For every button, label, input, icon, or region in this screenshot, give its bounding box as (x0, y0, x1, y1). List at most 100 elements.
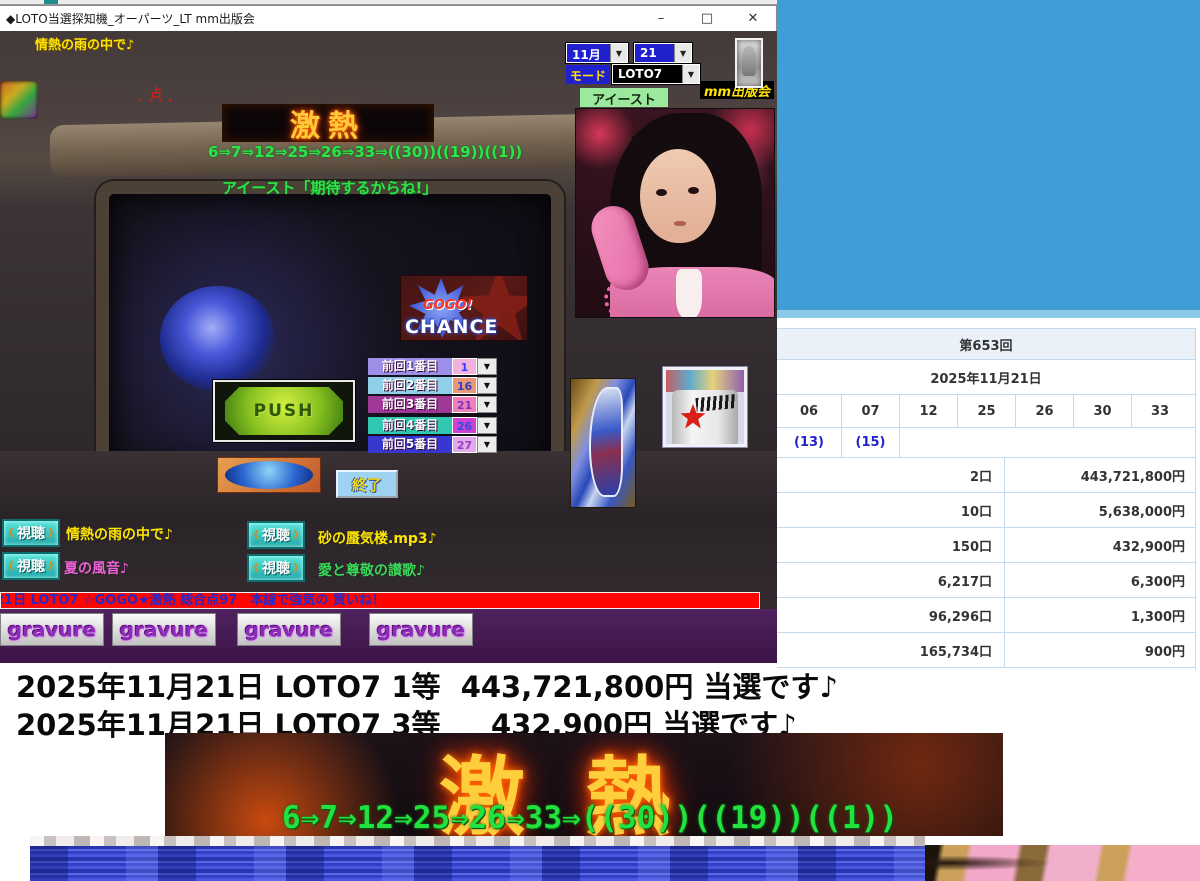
listen-label: 視聴 (17, 523, 45, 543)
chance-button[interactable] (217, 457, 321, 493)
slot-icon (0, 81, 38, 119)
top-edge-mark (44, 0, 58, 4)
listen-button[interactable]: ❰ 視聴 ❱ (2, 552, 60, 580)
aiist-tag: アイースト (580, 88, 668, 107)
glitch-strip (30, 846, 925, 881)
clipped-text-band (30, 836, 925, 846)
gravure-label: gravure (8, 618, 96, 640)
prize-amount: 6,300円 (1005, 563, 1195, 597)
bonus-empty-cell (899, 428, 1195, 457)
chevron-down-icon[interactable]: ▼ (477, 358, 497, 375)
bonus-numbers-row: (13) (15) (777, 428, 1195, 458)
prize-row: 10口 5,638,000円 (777, 493, 1195, 528)
can-image (663, 367, 747, 447)
mode-value: LOTO7 (613, 65, 668, 83)
prev-label: 前回2番目 (368, 377, 452, 394)
prev-label: 前回3番目 (368, 396, 452, 413)
ornament-icon: ❱ (47, 528, 55, 538)
push-button-face: PUSH (225, 387, 343, 435)
ornament-icon: ❰ (7, 528, 15, 538)
prev-number-row: 前回3番目 21 ▼ (368, 396, 497, 413)
draw-date: 2025年11月21日 (777, 360, 1195, 395)
gravure-button[interactable]: gravure (237, 613, 341, 646)
girl-photo (575, 108, 775, 318)
winning-number: 33 (1131, 395, 1188, 427)
prize-amount: 443,721,800円 (1005, 458, 1195, 492)
exit-button[interactable]: 終了 (336, 470, 398, 498)
prev-value-select[interactable]: 21 (452, 396, 477, 413)
exit-label: 終了 (352, 474, 382, 495)
blue-orb-graphic (160, 286, 275, 391)
prev-number-row: 前回2番目 16 ▼ (368, 377, 497, 394)
statue-image (735, 38, 763, 88)
statue-bust (742, 46, 756, 76)
mode-select[interactable]: LOTO7 ▼ (612, 64, 700, 84)
winning-number: 30 (1073, 395, 1131, 427)
pachinko-fin-graphic (589, 387, 623, 497)
song-title: 砂の蜃気楼.mp3♪ (318, 528, 437, 548)
photo-face (640, 149, 716, 243)
alert-banner-text: 21日 LOTO7 ☆GOGO★激熱 総合点97 本線で強気の 買いね！ (0, 593, 759, 608)
mode-label: モード (566, 65, 610, 84)
prev-value-select[interactable]: 27 (452, 436, 477, 453)
chance-button-dome (225, 461, 313, 489)
song-title: 愛と尊敬の讃歌♪ (318, 560, 425, 580)
chevron-down-icon[interactable]: ▼ (477, 436, 497, 453)
listen-label: 視聴 (262, 558, 290, 578)
prize-units: 165,734口 (777, 633, 1005, 667)
listen-label: 視聴 (262, 525, 290, 545)
prev-value-select[interactable]: 1 (452, 358, 477, 375)
chevron-down-icon[interactable]: ▼ (477, 417, 497, 434)
now-playing-label: 情熱の雨の中で♪ (35, 34, 134, 53)
month-select[interactable]: 11月 ▼ (566, 43, 628, 63)
prize-units: 10口 (777, 493, 1005, 527)
gogo-text: GOGO! (423, 298, 472, 313)
prize-units: 150口 (777, 528, 1005, 562)
chevron-down-icon[interactable]: ▼ (674, 44, 691, 62)
gravure-label: gravure (377, 618, 465, 640)
chevron-down-icon[interactable]: ▼ (610, 44, 627, 62)
prize-row: 2口 443,721,800円 (777, 458, 1195, 493)
prediction-sequence-large: 6⇒7⇒12⇒25⇒26⇒33⇒((30))((19))((1)) (180, 800, 1000, 836)
listen-button[interactable]: ❰ 視聴 ❱ (2, 519, 60, 547)
push-button[interactable]: PUSH (213, 380, 355, 442)
gravure-button[interactable]: gravure (112, 613, 216, 646)
gogo-chance-image: GOGO! CHANCE (400, 275, 528, 341)
ornament-icon: ❰ (7, 561, 15, 571)
ornament-icon: ❰ (252, 530, 260, 540)
gravure-button[interactable]: gravure (369, 613, 473, 646)
prize-amount: 432,900円 (1005, 528, 1195, 562)
gravure-button[interactable]: gravure (0, 613, 104, 646)
day-select[interactable]: 21日 ▼ (634, 43, 692, 63)
prize-amount: 5,638,000円 (1005, 493, 1195, 527)
prize-amount: 1,300円 (1005, 598, 1195, 632)
prize-units: 2口 (777, 458, 1005, 492)
listen-button[interactable]: ❰ 視聴 ❱ (247, 554, 305, 582)
winning-numbers-row: 06 07 12 25 26 30 33 (777, 395, 1195, 428)
push-label: PUSH (254, 401, 315, 421)
chevron-down-icon[interactable]: ▼ (477, 396, 497, 413)
prize-row: 150口 432,900円 (777, 528, 1195, 563)
winning-number: 25 (957, 395, 1015, 427)
maximize-icon[interactable]: □ (684, 6, 730, 31)
song-title: 夏の風音♪ (64, 558, 129, 578)
prev-number-row: 前回5番目 27 ▼ (368, 436, 497, 453)
prev-value-select[interactable]: 26 (452, 417, 477, 434)
minimize-icon[interactable]: – (638, 6, 684, 31)
window-controls: – □ ✕ (638, 6, 776, 31)
window-titlebar[interactable]: ◆LOTO当選探知機_オーパーツ_LT mm出版会 – □ ✕ (0, 6, 776, 31)
month-value: 11月 (567, 44, 607, 62)
ornament-icon: ❱ (292, 530, 300, 540)
phone-cord (604, 277, 656, 318)
chevron-down-icon[interactable]: ▼ (682, 65, 699, 83)
prev-value-select[interactable]: 16 (452, 377, 477, 394)
winning-number: 07 (841, 395, 899, 427)
fortune-dots: ・・・・ (136, 98, 176, 107)
close-icon[interactable]: ✕ (730, 6, 776, 31)
gravure-label: gravure (120, 618, 208, 640)
bonus-number: (15) (841, 428, 899, 457)
bonus-number: (13) (777, 428, 841, 457)
listen-button[interactable]: ❰ 視聴 ❱ (247, 521, 305, 549)
chevron-down-icon[interactable]: ▼ (477, 377, 497, 394)
prev-label: 前回4番目 (368, 417, 452, 434)
